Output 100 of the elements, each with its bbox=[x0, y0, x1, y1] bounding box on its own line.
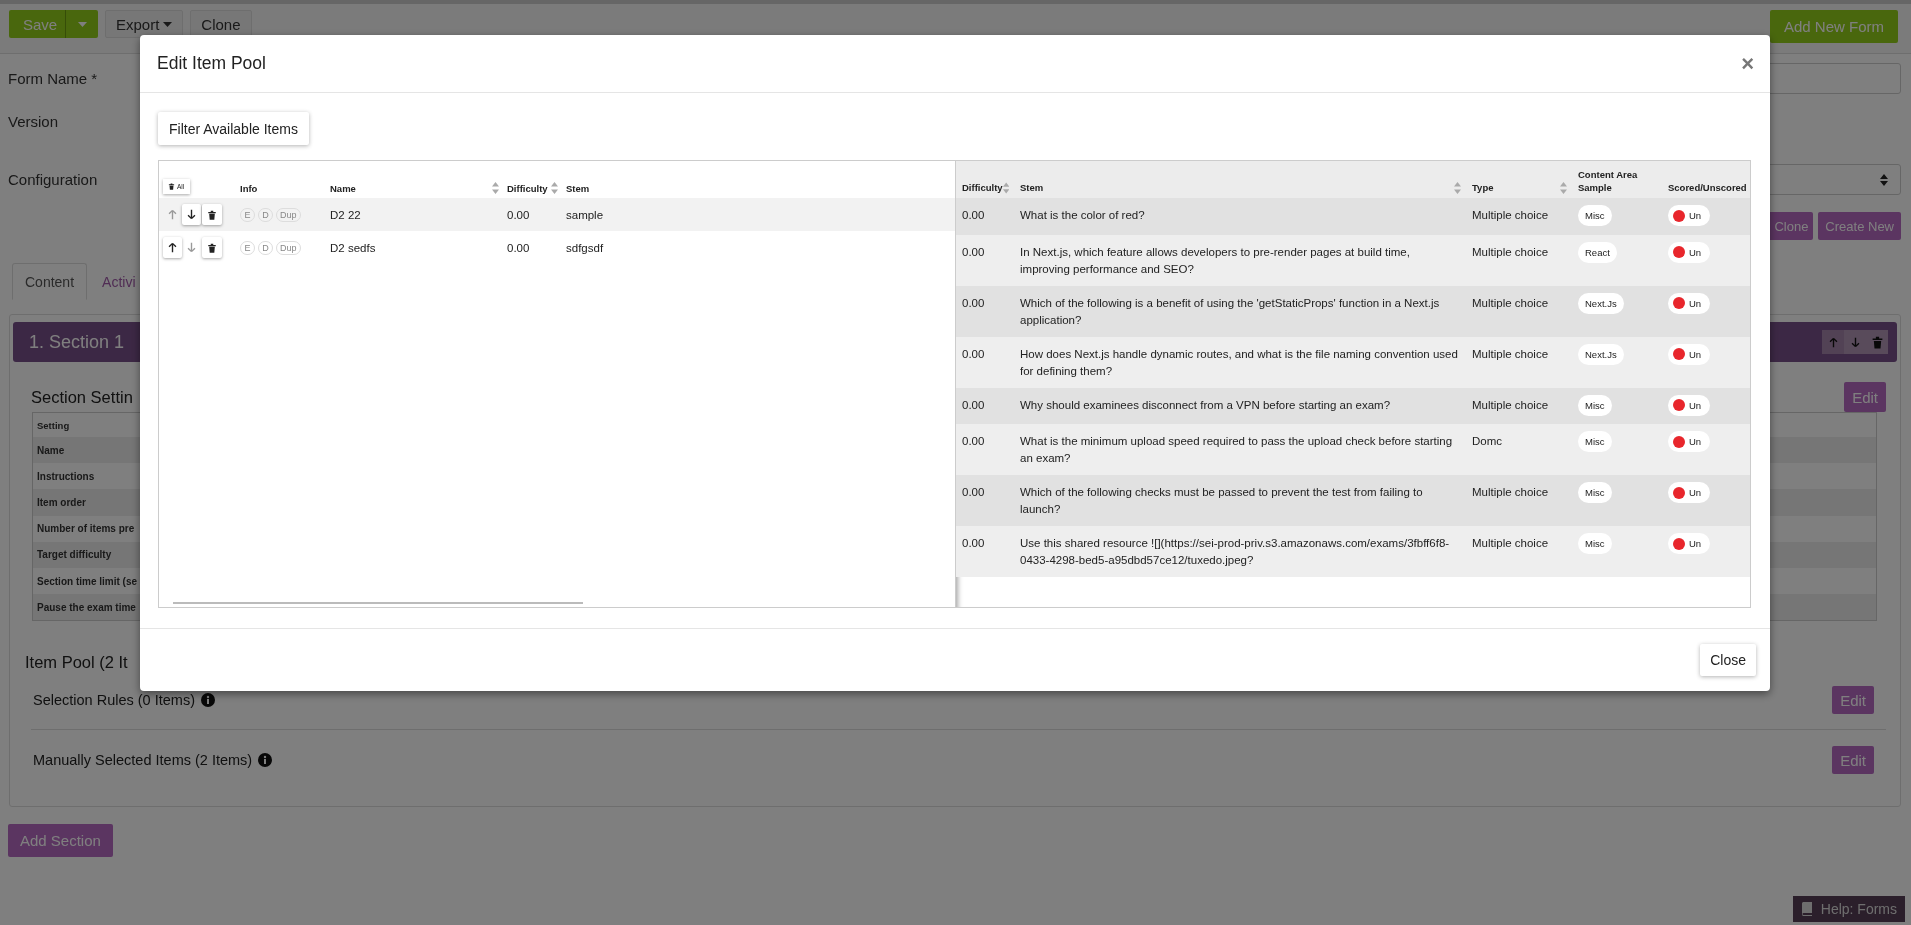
table-cell: D2 22 bbox=[330, 208, 361, 221]
table-cell: Which of the following checks must be passed to prevent the test from failing to launch? bbox=[1020, 486, 1423, 515]
create-new-button[interactable]: Create New bbox=[1818, 212, 1901, 240]
arrow-down-icon bbox=[1849, 336, 1861, 348]
move-down-button[interactable] bbox=[182, 204, 201, 225]
sort-icon[interactable] bbox=[1454, 181, 1461, 194]
export-button[interactable]: Export bbox=[105, 10, 184, 38]
pool-label: Manually Selected Items (2 Items) bbox=[33, 752, 253, 769]
book-icon bbox=[1800, 902, 1813, 916]
table-cell: Multiple choice bbox=[1472, 209, 1549, 221]
table-cell: Why should examinees disconnect from a VPN before starting an exam? bbox=[1020, 398, 1391, 411]
table-cell: Multiple choice bbox=[1472, 245, 1549, 258]
scored-toggle[interactable]: Un bbox=[1668, 431, 1711, 452]
column-header: Content Area Sample bbox=[1578, 168, 1639, 194]
table-cell: Pause the exam time bbox=[37, 601, 136, 613]
table-cell: Multiple choice bbox=[1472, 486, 1549, 498]
content-area-tag: Misc bbox=[1578, 482, 1612, 503]
edit-button[interactable]: Edit bbox=[1832, 686, 1874, 715]
content-area-tag: React bbox=[1578, 241, 1617, 263]
column-header: Difficulty bbox=[507, 182, 548, 194]
scored-toggle[interactable]: Un bbox=[1668, 292, 1711, 314]
section-heading: Item Pool (2 It bbox=[25, 653, 128, 673]
tab[interactable]: Activi bbox=[89, 263, 149, 300]
content-area-tag: Misc bbox=[1578, 205, 1612, 226]
content-area-tag: Misc bbox=[1578, 394, 1612, 416]
table-cell: 0.00 bbox=[507, 208, 530, 221]
table-cell: Name bbox=[37, 444, 65, 456]
table-cell: Multiple choice bbox=[1472, 296, 1549, 309]
modal-title: Edit Item Pool bbox=[157, 53, 266, 74]
info-icon bbox=[258, 753, 273, 768]
sort-icon[interactable] bbox=[1560, 181, 1567, 194]
field-label: Form Name * bbox=[8, 70, 98, 87]
column-header: Stem bbox=[1020, 181, 1044, 194]
table-cell: 0.00 bbox=[507, 241, 530, 254]
caret-icon bbox=[77, 21, 87, 27]
arrow-down-icon bbox=[186, 242, 197, 253]
arrow-up-icon bbox=[167, 209, 178, 220]
delete-button[interactable] bbox=[202, 204, 222, 225]
sort-icon[interactable] bbox=[1002, 181, 1009, 194]
scored-toggle[interactable]: Un bbox=[1668, 394, 1711, 416]
caret-icon bbox=[163, 21, 173, 27]
table-cell: D2 sedfs bbox=[330, 241, 376, 254]
edit-button[interactable]: Edit bbox=[1844, 382, 1886, 412]
arrow-up-icon bbox=[167, 242, 178, 253]
tab[interactable]: Content bbox=[12, 263, 88, 300]
dropdown-button[interactable] bbox=[65, 10, 98, 38]
add-section-button[interactable]: Add Section bbox=[8, 824, 113, 858]
move-up-button[interactable] bbox=[163, 237, 182, 258]
scored-toggle[interactable]: Un bbox=[1668, 533, 1711, 554]
table-cell: 0.00 bbox=[962, 245, 985, 258]
table-cell: sample bbox=[566, 208, 604, 221]
scrollbar[interactable] bbox=[173, 602, 583, 604]
delete-button[interactable] bbox=[202, 237, 222, 258]
table-cell: What is the minimum upload speed required to pass the upload check before starting an exam? bbox=[1020, 435, 1453, 464]
column-header: Info bbox=[240, 183, 258, 194]
trash-icon bbox=[1870, 335, 1884, 349]
arrow-down-icon bbox=[186, 209, 197, 220]
table-cell: 0.00 bbox=[962, 435, 985, 447]
table-cell: 0.00 bbox=[962, 398, 985, 411]
table-cell: 0.00 bbox=[962, 296, 985, 309]
scored-toggle[interactable]: Un bbox=[1668, 241, 1711, 263]
edit-button[interactable]: Edit bbox=[1832, 746, 1874, 775]
table-cell: Multiple choice bbox=[1472, 398, 1549, 411]
table-cell: sdfgsdf bbox=[566, 241, 604, 254]
scored-toggle[interactable]: Un bbox=[1668, 482, 1711, 503]
trash-icon bbox=[207, 242, 217, 253]
info-icon bbox=[201, 693, 215, 708]
table-cell: Use this shared resource ![](https://sei-prod-priv.s3.amazonaws.com/exams/3fbff6f8-0433-4298-bed5-a95dbd57ce12/tuxedo.jpeg? bbox=[1020, 537, 1450, 566]
section-heading: Section Settin bbox=[31, 387, 133, 407]
content-area-tag: Misc bbox=[1578, 431, 1612, 452]
column-header: Type bbox=[1472, 181, 1494, 194]
table-cell: In Next.js, which feature allows developers to pre-render pages at build time, improving performance and SEO? bbox=[1020, 245, 1410, 275]
scored-toggle[interactable]: Un bbox=[1668, 343, 1711, 365]
table-cell: Item order bbox=[37, 496, 86, 508]
table-cell: Which of the following is a benefit of using the 'getStaticProps' function in a Next.js application? bbox=[1020, 296, 1440, 326]
table-cell: What is the color of red? bbox=[1020, 209, 1145, 221]
close-button[interactable]: Close bbox=[1700, 644, 1756, 676]
section-title: 1. Section 1 bbox=[29, 331, 125, 353]
sort-icon[interactable] bbox=[551, 182, 558, 194]
content-area-tag: Next.Js bbox=[1578, 292, 1624, 314]
filter-button[interactable]: Filter Available Items bbox=[158, 112, 309, 145]
column-header: Setting bbox=[37, 419, 70, 431]
sort-icon[interactable] bbox=[492, 182, 499, 194]
table-cell: Multiple choice bbox=[1472, 537, 1549, 549]
content-area-tag: Misc bbox=[1578, 533, 1612, 554]
scored-toggle[interactable]: Un bbox=[1668, 205, 1711, 226]
table-cell: Multiple choice bbox=[1472, 347, 1549, 360]
field-label: Configuration bbox=[8, 171, 98, 188]
table-cell: Number of items pre bbox=[37, 523, 135, 535]
table-cell: 0.00 bbox=[962, 537, 985, 549]
trash-icon bbox=[207, 209, 217, 220]
clone-button[interactable]: Clone bbox=[190, 10, 252, 38]
content-area-tag: Next.Js bbox=[1578, 343, 1624, 365]
arrow-up-icon bbox=[1827, 336, 1839, 348]
close-button[interactable]: × bbox=[1741, 50, 1754, 77]
column-header: Scored/Unscored bbox=[1668, 181, 1747, 194]
table-cell: 0.00 bbox=[962, 486, 985, 498]
column-header: Name bbox=[330, 182, 356, 194]
help-button[interactable]: Help: Forms bbox=[1792, 896, 1905, 922]
field-label: Version bbox=[8, 113, 59, 130]
